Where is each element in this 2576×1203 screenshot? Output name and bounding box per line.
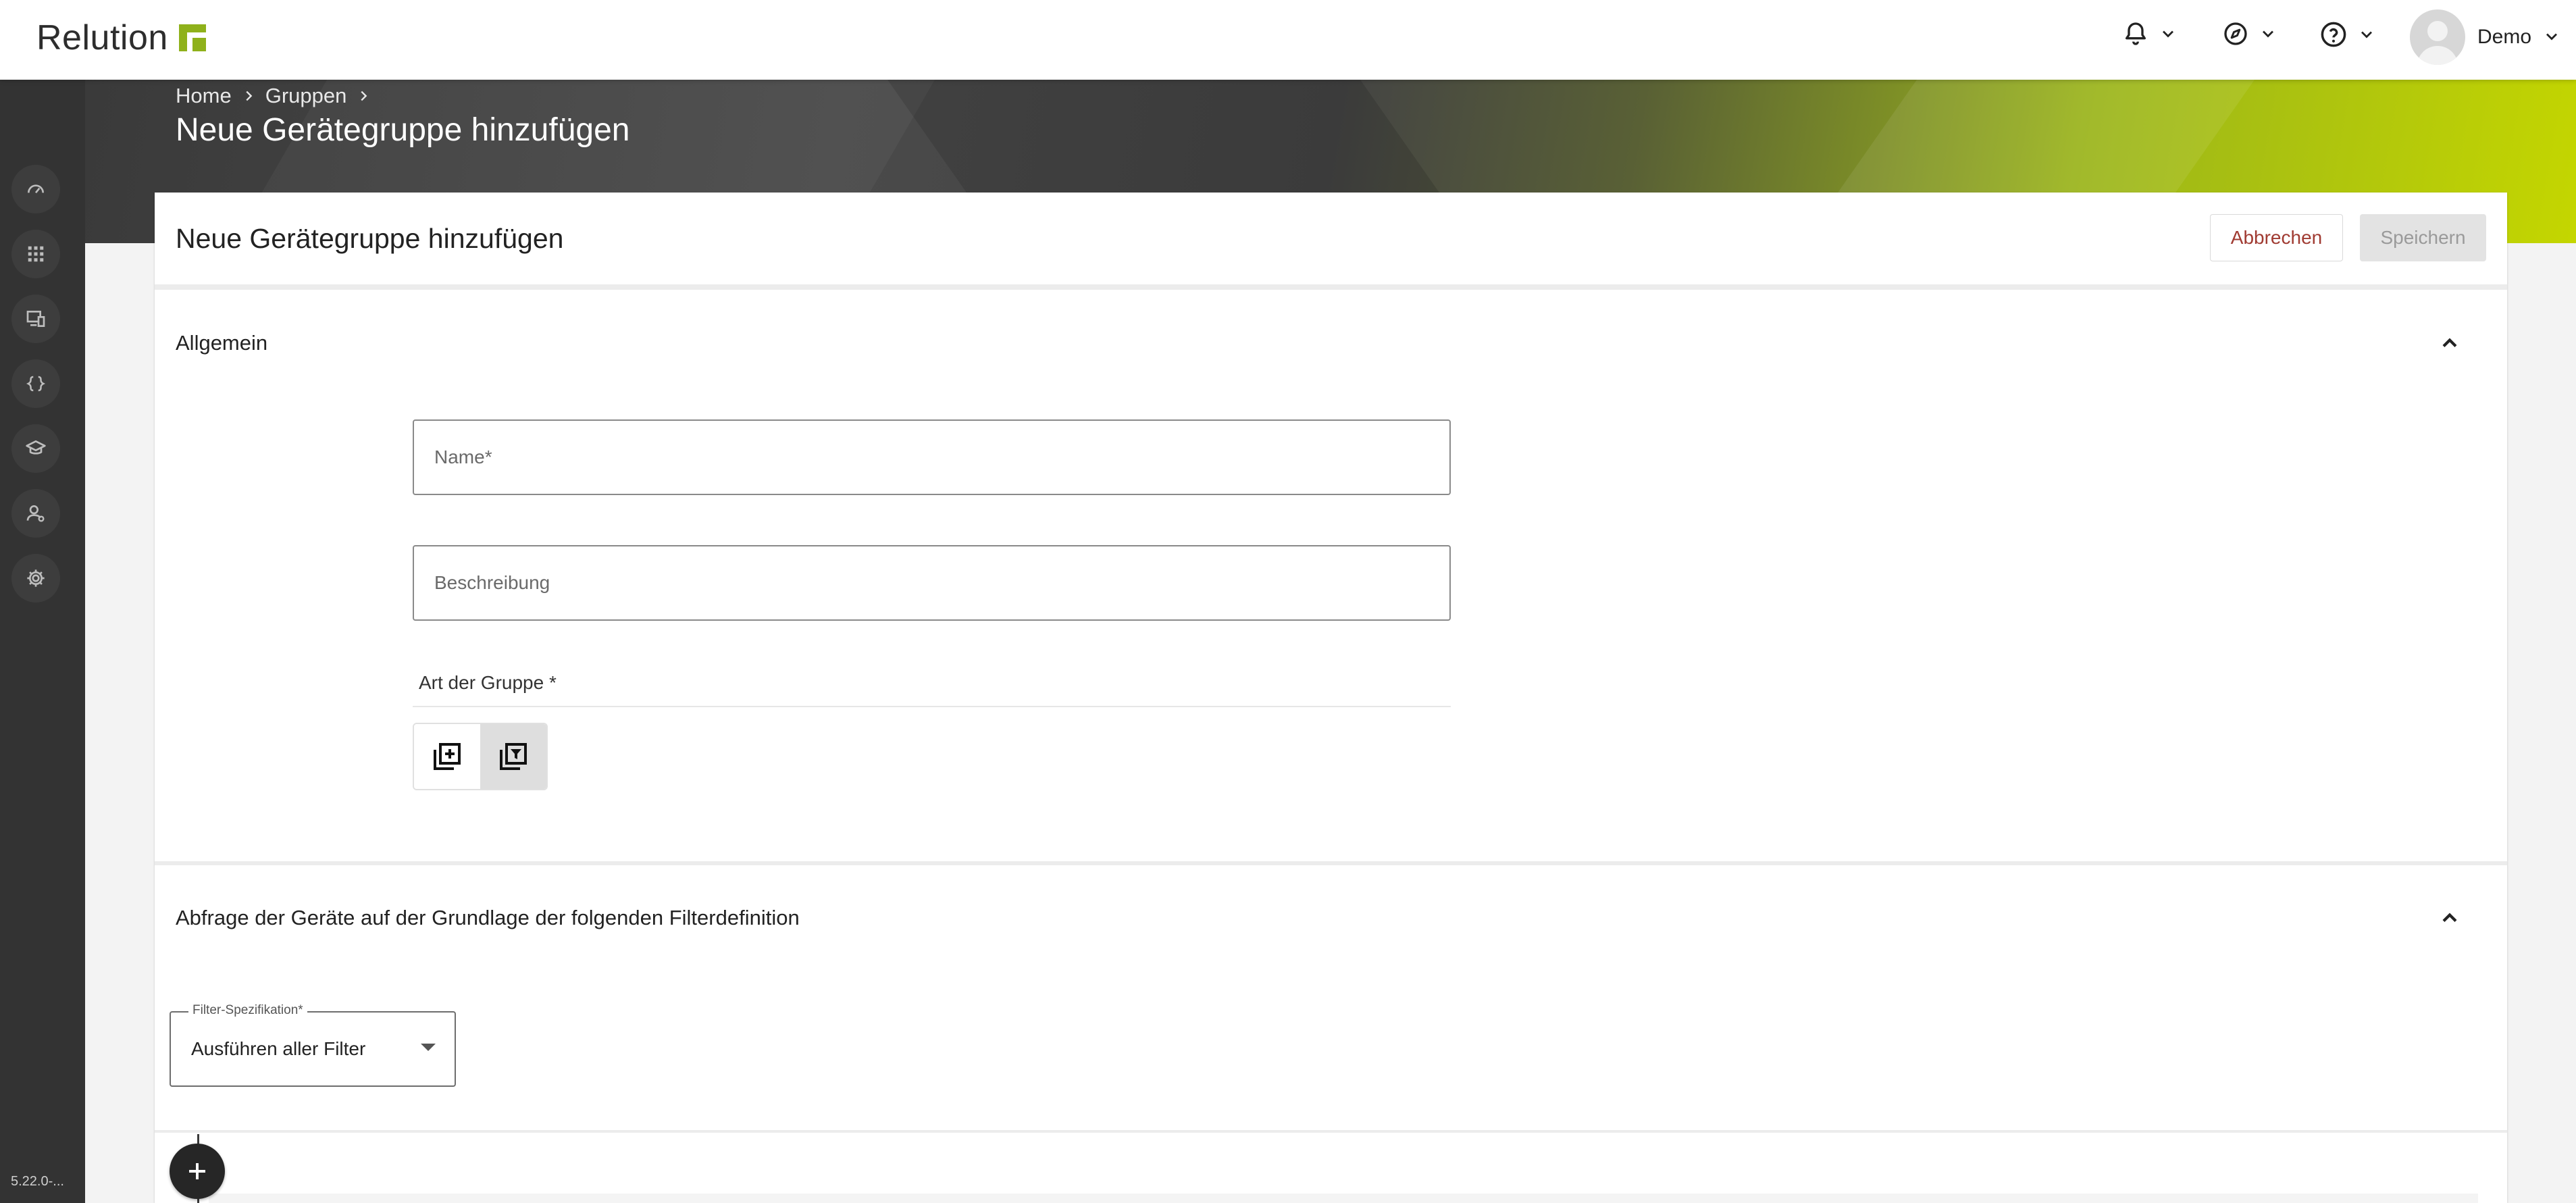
logo-mark-icon [178, 24, 206, 51]
sidebar-item-apps[interactable] [11, 230, 60, 278]
settings-icon [27, 569, 45, 587]
add-filter-button[interactable] [170, 1144, 225, 1199]
form-card: Neue Gerätegruppe hinzufügen Abbrechen S… [155, 193, 2507, 1203]
sidebar-item-devices[interactable] [11, 295, 60, 343]
user-avatar-icon [2417, 21, 2458, 65]
filter-collection-icon [500, 743, 527, 770]
cancel-button[interactable]: Abbrechen [2210, 214, 2343, 261]
filter-spec-value: Ausführen aller Filter [191, 1038, 366, 1059]
breadcrumb-home[interactable]: Home [176, 84, 232, 108]
sidebar-item-code[interactable] [11, 359, 60, 408]
plus-icon [189, 1163, 205, 1179]
compass-icon [2224, 22, 2247, 45]
name-field[interactable] [413, 419, 1451, 495]
page-title: Neue Gerätegruppe hinzufügen [176, 112, 630, 148]
chevron-down-icon [2263, 30, 2273, 38]
section-divider [155, 1130, 2507, 1133]
user-menu-chevron-icon[interactable] [2542, 27, 2561, 46]
logo-text: Relution [36, 18, 168, 57]
users-icon [26, 505, 45, 522]
version-label: 5.22.0-... [11, 1174, 64, 1189]
group-type-label: Art der Gruppe * [419, 672, 557, 693]
card-header: Neue Gerätegruppe hinzufügen Abbrechen S… [155, 193, 2507, 290]
top-bar: Relution Demo [0, 0, 2576, 80]
chevron-right-icon [246, 91, 253, 101]
group-type-toggle [413, 723, 548, 790]
sidebar-item-dashboard[interactable] [11, 165, 60, 213]
sidebar: 5.22.0-... [0, 80, 85, 1203]
caret-down-icon [421, 1044, 436, 1051]
relution-logo[interactable]: Relution [36, 18, 206, 58]
chevron-right-icon [361, 91, 367, 101]
compass-menu[interactable] [2222, 20, 2277, 47]
filter-row-placeholder [209, 1194, 2478, 1203]
chevron-up-icon[interactable] [2438, 331, 2462, 355]
bell-icon [2126, 22, 2146, 45]
filter-spec-label: Filter-Spezifikation* [188, 1003, 307, 1018]
chevron-down-icon [2361, 31, 2372, 39]
filter-spec-select[interactable]: Filter-Spezifikation* Ausführen aller Fi… [170, 1003, 456, 1087]
devices-icon [26, 311, 45, 327]
sidebar-item-users[interactable] [11, 489, 60, 538]
static-group-button[interactable] [414, 724, 480, 789]
description-field[interactable] [413, 545, 1451, 621]
group-type-divider [413, 706, 1451, 707]
name-input[interactable] [414, 421, 1449, 494]
description-input[interactable] [414, 546, 1449, 619]
avatar[interactable] [2410, 9, 2465, 65]
help-menu[interactable] [2319, 20, 2376, 49]
filter-group-button[interactable] [480, 724, 546, 789]
help-icon [2321, 22, 2346, 47]
dashboard-icon [28, 184, 44, 194]
breadcrumb: Home Gruppen [176, 84, 371, 108]
apps-grid-icon [28, 246, 44, 262]
section-filter-title[interactable]: Abfrage der Geräte auf der Grundlage der… [176, 906, 800, 930]
section-divider [155, 861, 2507, 865]
sidebar-item-education[interactable] [11, 424, 60, 473]
add-to-collection-icon [434, 743, 461, 770]
card-title: Neue Gerätegruppe hinzufügen [176, 223, 564, 254]
section-general-title[interactable]: Allgemein [176, 331, 267, 355]
chevron-up-icon[interactable] [2438, 906, 2462, 930]
education-icon [26, 440, 46, 455]
sidebar-item-settings[interactable] [11, 554, 60, 603]
breadcrumb-groups[interactable]: Gruppen [265, 84, 347, 108]
chevron-down-icon [2163, 30, 2173, 38]
code-braces-icon [26, 376, 46, 392]
notifications-menu[interactable] [2122, 20, 2178, 47]
save-button[interactable]: Speichern [2360, 214, 2486, 261]
user-name[interactable]: Demo [2477, 26, 2531, 49]
